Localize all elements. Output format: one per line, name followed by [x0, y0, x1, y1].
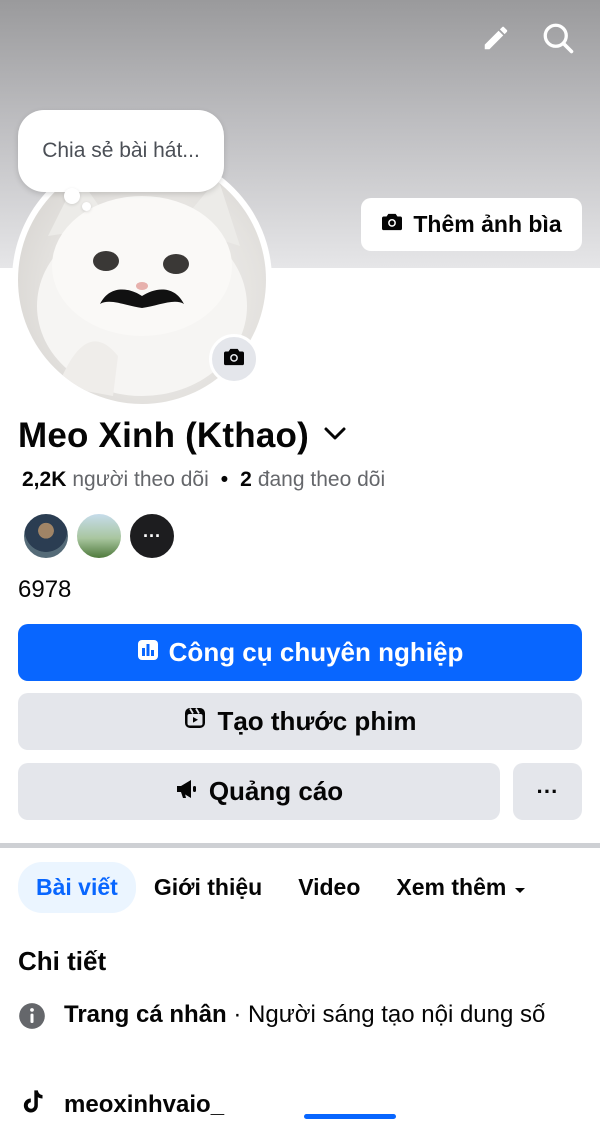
dashboard-icon: [137, 637, 159, 668]
page-type-bold: Trang cá nhân: [64, 1001, 227, 1028]
stats-separator: •: [220, 468, 229, 491]
followers-count[interactable]: 2,2K: [22, 468, 66, 492]
mutual-avatars[interactable]: ···: [22, 512, 176, 560]
note-bubble-tail-small: [82, 202, 91, 211]
tab-see-more[interactable]: Xem thêm: [378, 862, 544, 913]
friend-avatar[interactable]: [75, 512, 123, 560]
camera-icon: [381, 211, 403, 238]
note-placeholder: Chia sẻ bài hát...: [42, 139, 200, 162]
reels-icon: [183, 706, 207, 737]
note-bubble-tail: [64, 188, 80, 204]
tab-label: Bài viết: [36, 874, 118, 900]
more-friends-avatar[interactable]: ···: [128, 512, 176, 560]
profile-tabs: Bài viết Giới thiệu Video Xem thêm: [18, 862, 544, 913]
tab-label: Video: [298, 874, 361, 900]
more-options-button[interactable]: ···: [513, 763, 582, 820]
info-icon: [18, 1002, 46, 1035]
create-reel-label: Tạo thước phim: [217, 706, 417, 736]
megaphone-icon: [175, 776, 199, 807]
note-bubble[interactable]: Chia sẻ bài hát...: [18, 110, 224, 192]
ads-label: Quảng cáo: [208, 776, 344, 806]
add-cover-photo-button[interactable]: Thêm ảnh bìa: [361, 198, 582, 251]
page-type-text: Trang cá nhân · Người sáng tạo nội dung …: [64, 998, 545, 1035]
follow-stats: 2,2K người theo dõi • 2 đang theo dõi: [22, 468, 385, 492]
profile-number: 6978: [18, 576, 72, 603]
change-avatar-button[interactable]: [209, 334, 259, 384]
tab-about[interactable]: Giới thiệu: [136, 862, 280, 913]
search-icon[interactable]: [538, 18, 578, 58]
tab-label: Giới thiệu: [153, 874, 263, 900]
camera-icon: [223, 347, 245, 372]
section-divider: [0, 843, 600, 848]
professional-tools-label: Công cụ chuyên nghiệp: [168, 637, 464, 667]
profile-name: Meo Xinh (Kthao): [18, 416, 309, 455]
pencil-icon[interactable]: [476, 18, 516, 58]
scroll-indicator: [304, 1114, 396, 1119]
following-count[interactable]: 2: [240, 468, 252, 492]
more-friends-icon: ···: [143, 525, 161, 546]
chevron-down-icon: [323, 426, 347, 447]
ads-button[interactable]: Quảng cáo: [18, 763, 500, 820]
page-type-detail: Trang cá nhân · Người sáng tạo nội dung …: [18, 998, 578, 1035]
caret-down-icon: [514, 874, 526, 901]
followers-label[interactable]: người theo dõi: [72, 468, 208, 492]
tiktok-username: meoxinhvaio_: [64, 1090, 225, 1118]
more-dots-icon: ···: [536, 778, 559, 804]
professional-tools-button[interactable]: Công cụ chuyên nghiệp: [18, 624, 582, 681]
tiktok-icon: [18, 1088, 46, 1121]
create-reel-button[interactable]: Tạo thước phim: [18, 693, 582, 750]
tiktok-link[interactable]: meoxinhvaio_: [18, 1088, 224, 1121]
tab-posts[interactable]: Bài viết: [18, 862, 136, 913]
tab-label: Xem thêm: [396, 874, 507, 900]
profile-name-switcher[interactable]: Meo Xinh (Kthao): [18, 416, 347, 456]
page-type-rest: · Người sáng tạo nội dung số: [226, 1001, 546, 1028]
tab-video[interactable]: Video: [280, 862, 378, 913]
add-cover-label: Thêm ảnh bìa: [413, 211, 562, 237]
details-title: Chi tiết: [18, 946, 107, 976]
friend-avatar[interactable]: [22, 512, 70, 560]
following-label[interactable]: đang theo dõi: [258, 468, 385, 492]
